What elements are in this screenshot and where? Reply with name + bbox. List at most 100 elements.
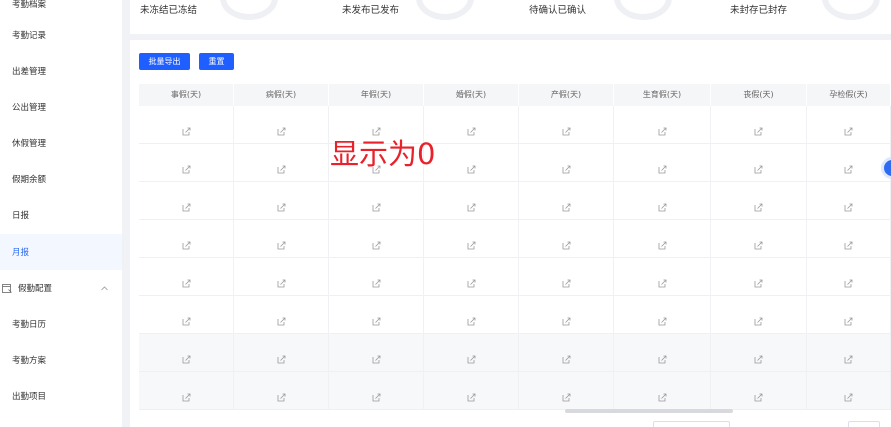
edit-icon[interactable] [467, 311, 476, 325]
sidebar-group-attendance-config[interactable]: 假勤配置 [0, 270, 122, 306]
edit-icon[interactable] [467, 349, 476, 363]
table-cell [807, 106, 891, 144]
sidebar-item-monthly-report[interactable]: 月报 [0, 234, 122, 270]
edit-icon[interactable] [562, 349, 571, 363]
sidebar-item-attendance-plan[interactable]: 考勤方案 [0, 342, 122, 378]
edit-icon[interactable] [754, 387, 763, 401]
edit-icon[interactable] [562, 273, 571, 287]
edit-icon[interactable] [372, 311, 381, 325]
edit-icon[interactable] [467, 387, 476, 401]
edit-icon[interactable] [658, 235, 667, 249]
edit-icon[interactable] [844, 235, 853, 249]
sidebar-item-leave-management[interactable]: 休假管理 [0, 125, 122, 161]
edit-icon[interactable] [562, 387, 571, 401]
edit-icon[interactable] [658, 273, 667, 287]
table-row [139, 296, 891, 334]
edit-icon[interactable] [277, 159, 286, 173]
column-header: 生育假(天) [614, 84, 711, 106]
edit-icon[interactable] [467, 273, 476, 287]
table-cell [234, 106, 329, 144]
edit-icon[interactable] [182, 121, 191, 135]
edit-icon[interactable] [658, 311, 667, 325]
edit-icon[interactable] [562, 159, 571, 173]
edit-icon[interactable] [277, 197, 286, 211]
edit-icon[interactable] [467, 197, 476, 211]
edit-icon[interactable] [182, 387, 191, 401]
edit-icon[interactable] [754, 197, 763, 211]
stat-ring [822, 0, 880, 20]
edit-icon[interactable] [844, 159, 853, 173]
edit-icon[interactable] [754, 349, 763, 363]
edit-icon[interactable] [754, 159, 763, 173]
table-row [139, 144, 891, 182]
edit-icon[interactable] [844, 311, 853, 325]
table-row [139, 182, 891, 220]
sidebar-item-attendance-calendar[interactable]: 考勤日历 [0, 306, 122, 342]
edit-icon[interactable] [277, 235, 286, 249]
table-cell [424, 258, 519, 296]
column-header: 丧假(天) [711, 84, 807, 106]
edit-icon[interactable] [844, 121, 853, 135]
edit-icon[interactable] [844, 273, 853, 287]
edit-icon[interactable] [562, 235, 571, 249]
edit-icon[interactable] [754, 311, 763, 325]
edit-icon[interactable] [844, 197, 853, 211]
edit-icon[interactable] [372, 273, 381, 287]
edit-icon[interactable] [182, 273, 191, 287]
sidebar-item-leave-balance[interactable]: 假期余额 [0, 161, 122, 197]
sidebar-item-attendance-items[interactable]: 出勤项目 [0, 378, 122, 414]
edit-icon[interactable] [277, 121, 286, 135]
edit-icon[interactable] [562, 197, 571, 211]
edit-icon[interactable] [372, 387, 381, 401]
table-cell [329, 220, 424, 258]
page-jump-input[interactable] [848, 421, 880, 427]
edit-icon[interactable] [277, 387, 286, 401]
table-cell [424, 182, 519, 220]
edit-icon[interactable] [658, 387, 667, 401]
sidebar-item-public-outing[interactable]: 公出管理 [0, 89, 122, 125]
table-cell [519, 296, 614, 334]
edit-icon[interactable] [844, 387, 853, 401]
sidebar-item-business-trip[interactable]: 出差管理 [0, 53, 122, 89]
edit-icon[interactable] [182, 349, 191, 363]
edit-icon[interactable] [372, 121, 381, 135]
table-cell [807, 258, 891, 296]
edit-icon[interactable] [372, 349, 381, 363]
edit-icon[interactable] [658, 159, 667, 173]
edit-icon[interactable] [658, 349, 667, 363]
edit-icon[interactable] [277, 349, 286, 363]
batch-export-button[interactable]: 批量导出 [139, 53, 190, 70]
edit-icon[interactable] [467, 159, 476, 173]
edit-icon[interactable] [277, 273, 286, 287]
edit-icon[interactable] [562, 311, 571, 325]
edit-icon[interactable] [467, 235, 476, 249]
table-cell [329, 334, 424, 372]
page-size-select[interactable] [653, 421, 730, 427]
edit-icon[interactable] [658, 121, 667, 135]
table-row [139, 372, 891, 410]
table-cell [614, 334, 711, 372]
edit-icon[interactable] [844, 349, 853, 363]
column-header: 婚假(天) [424, 84, 519, 106]
edit-icon[interactable] [182, 159, 191, 173]
edit-icon[interactable] [658, 197, 667, 211]
reset-button[interactable]: 重置 [199, 53, 234, 70]
edit-icon[interactable] [372, 197, 381, 211]
main-panel: 批量导出 重置 事假(天) 病假(天) 年假(天) 婚假(天) 产假(天) 生育… [130, 40, 891, 427]
table-row [139, 334, 891, 372]
horizontal-scrollbar[interactable] [565, 409, 733, 413]
edit-icon[interactable] [182, 235, 191, 249]
edit-icon[interactable] [277, 311, 286, 325]
edit-icon[interactable] [754, 235, 763, 249]
sidebar-item-attendance-records[interactable]: 考勤记录 [0, 17, 122, 53]
chevron-up-icon[interactable] [101, 284, 108, 294]
edit-icon[interactable] [754, 121, 763, 135]
edit-icon[interactable] [182, 311, 191, 325]
edit-icon[interactable] [467, 121, 476, 135]
stat-ring [416, 0, 474, 20]
edit-icon[interactable] [562, 121, 571, 135]
edit-icon[interactable] [182, 197, 191, 211]
sidebar-item-daily-report[interactable]: 日报 [0, 197, 122, 233]
edit-icon[interactable] [754, 273, 763, 287]
edit-icon[interactable] [372, 235, 381, 249]
